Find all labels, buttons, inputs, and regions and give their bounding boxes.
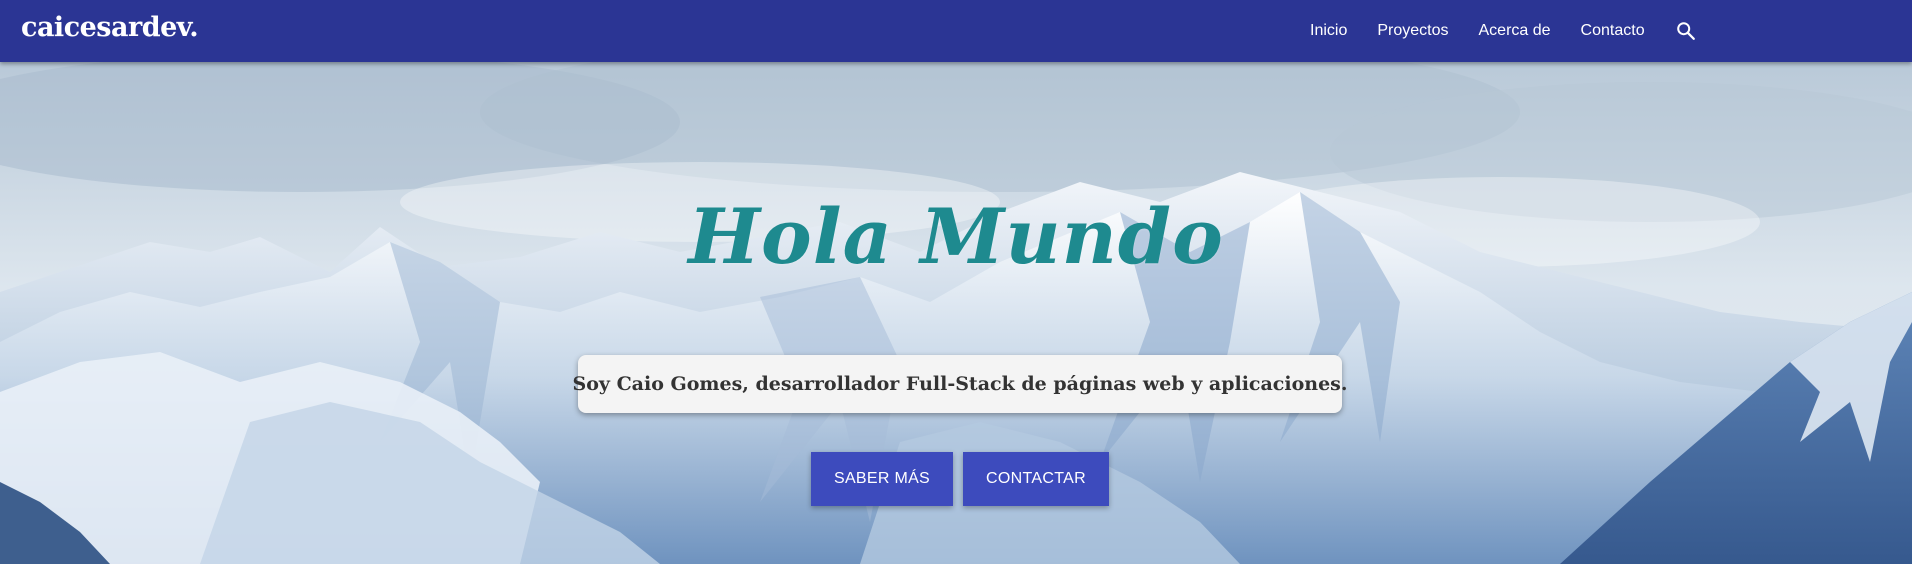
brand-logo[interactable]: caicesardev. <box>21 12 199 43</box>
tagline-box: Soy Caio Gomes, desarrollador Full-Stack… <box>573 355 1347 413</box>
top-navbar: caicesardev. Inicio Proyectos Acerca de … <box>0 0 1912 62</box>
hero-section: Hola Mundo Soy Caio Gomes, desarrollador… <box>0 62 1912 564</box>
nav-link-inicio[interactable]: Inicio <box>1310 22 1347 40</box>
saber-mas-button[interactable]: SABER MÁS <box>811 452 953 506</box>
nav-links: Inicio Proyectos Acerca de Contacto <box>1310 0 1697 62</box>
hero-title: Hola Mundo <box>688 192 1224 281</box>
hero-tagline: Soy Caio Gomes, desarrollador Full-Stack… <box>572 373 1348 395</box>
nav-link-proyectos[interactable]: Proyectos <box>1377 22 1448 40</box>
contactar-button[interactable]: CONTACTAR <box>963 452 1109 506</box>
mountain-background-image <box>0 62 1912 564</box>
nav-link-acerca-de[interactable]: Acerca de <box>1479 22 1551 40</box>
search-icon[interactable] <box>1675 20 1697 42</box>
nav-link-contacto[interactable]: Contacto <box>1581 22 1645 40</box>
